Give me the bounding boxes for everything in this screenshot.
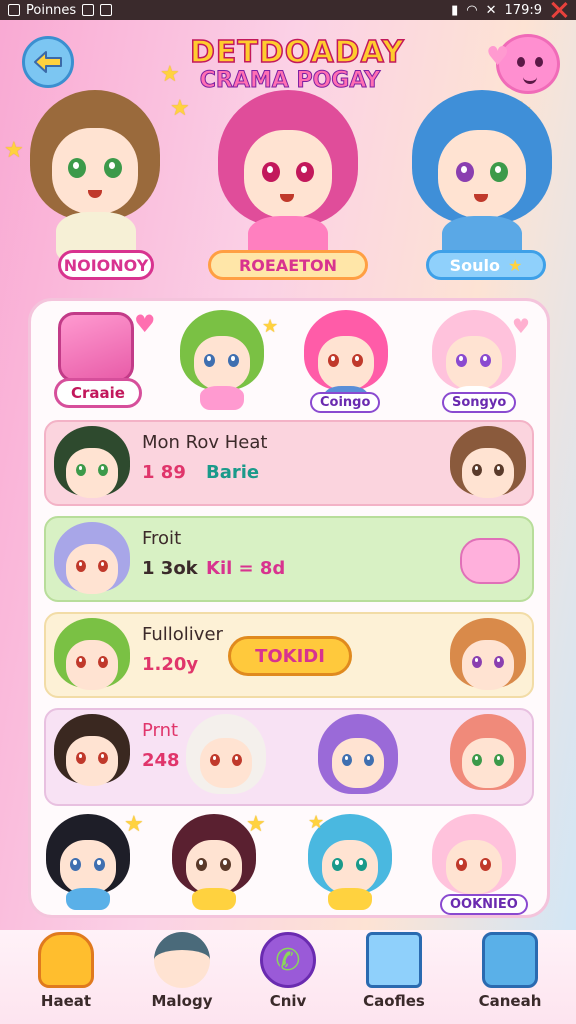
star-icon: ★ (308, 812, 325, 833)
hero-name-3-label: Soulo (449, 255, 501, 275)
nav-item-mail[interactable]: Caofles (344, 930, 444, 1024)
heart-icon: ♥ (486, 42, 510, 72)
row-3-character (450, 618, 526, 698)
nav-item-heart[interactable]: Haeat (16, 930, 116, 1024)
heart-icon: ♥ (134, 310, 156, 338)
star-icon: ★ (160, 62, 180, 87)
nav-label-5: Caneah (478, 992, 542, 1010)
mascot-eye (535, 57, 543, 67)
row-4-title: Prnt (142, 720, 179, 741)
row-1-character (450, 426, 526, 506)
wifi-icon: ◠ (466, 2, 478, 18)
row-4-character-coral (450, 714, 526, 802)
row-4-avatar (54, 714, 130, 802)
row-1-badge: Barie (206, 462, 260, 483)
list-row-1[interactable]: Mon Rov Heat 1 89 Barie (44, 420, 534, 506)
character-icon (154, 932, 210, 988)
notification-icon (8, 4, 20, 16)
row-1-avatar (54, 426, 130, 506)
star-icon: ★ (170, 96, 190, 121)
list-row-3[interactable]: Fulloliver 1.20y TOKIDI (44, 612, 534, 698)
hero-name-2[interactable]: ROEAETON (208, 250, 368, 280)
star-icon: ★ (262, 316, 279, 337)
logo-line1: DETDOADAY (189, 35, 405, 70)
hero-name-1[interactable]: NOIONOY (58, 250, 154, 280)
chibi-portrait (218, 90, 358, 260)
nav-label-1: Haeat (40, 992, 92, 1010)
nav-item-box[interactable]: Caneah (460, 930, 560, 1024)
row-4-character-purple (318, 714, 398, 802)
status-bar: Poinnes ▮ ◠ ✕ 179:9 (0, 0, 576, 20)
mail-icon (366, 932, 422, 988)
character-tile-1[interactable] (180, 310, 264, 410)
row-3-stat: 1.20y (142, 654, 199, 675)
row-1-title: Mon Rov Heat (142, 432, 268, 453)
character-label-2: Coingo (310, 392, 381, 413)
download-icon (100, 4, 113, 16)
heart-icon: ♥ (512, 314, 530, 338)
hero-name-3[interactable]: Soulo ★ (426, 250, 546, 280)
nav-label-2: Malogy (151, 992, 213, 1010)
mail-icon (82, 4, 95, 16)
nav-item-phone[interactable]: ✆ Cniv (238, 930, 338, 1024)
row-3-action-button[interactable]: TOKIDI (228, 636, 352, 676)
chibi-portrait (30, 90, 160, 260)
status-app-label: Poinnes (26, 2, 77, 18)
nav-label-3: Cniv (269, 992, 307, 1010)
mute-icon: ✕ (485, 2, 497, 18)
yellow-blob-icon (38, 932, 94, 988)
back-arrow-icon (34, 51, 62, 73)
row-2-stat: 1 3ok (142, 558, 198, 579)
row-4-stat: 248 (142, 750, 180, 771)
character-tile-5[interactable] (172, 814, 256, 910)
create-button-label: Craaie (54, 378, 142, 408)
character-tile-4[interactable] (46, 814, 130, 910)
row-2-title: Froit (142, 528, 182, 549)
mascot-eye (517, 57, 525, 67)
row-2-avatar (54, 522, 130, 602)
nav-item-character[interactable]: Malogy (132, 930, 232, 1024)
bottom-nav: Haeat Malogy ✆ Cniv Caofles Caneah (0, 930, 576, 1024)
close-icon[interactable] (550, 1, 568, 19)
speech-bubble-icon (460, 538, 520, 584)
chibi-portrait (412, 90, 552, 260)
signal-icon: ▮ (451, 2, 459, 18)
phone-icon: ✆ (260, 932, 316, 988)
list-row-2[interactable]: Froit 1 3ok Kil = 8d (44, 516, 534, 602)
star-icon: ★ (508, 255, 523, 275)
logo-line2: CRAMA POGAY (199, 68, 381, 93)
gift-box-icon (58, 312, 134, 382)
star-icon: ★ (124, 812, 144, 837)
row-3-avatar (54, 618, 130, 698)
character-label-3: Songyo (442, 392, 517, 413)
list-row-4[interactable]: Prnt 248 (44, 708, 534, 806)
create-button[interactable]: Craaie (54, 312, 144, 408)
back-button[interactable] (22, 36, 74, 88)
status-time: 179:9 (504, 2, 542, 18)
row-3-title: Fulloliver (142, 624, 223, 645)
row-1-stat: 1 89 (142, 462, 186, 483)
row-2-badge: Kil = 8d (206, 558, 286, 579)
row-4-character-white (186, 714, 266, 802)
star-icon: ★ (246, 812, 266, 837)
box-icon (482, 932, 538, 988)
character-label-7: OOKNIEO (440, 894, 528, 915)
nav-label-4: Caofles (363, 992, 425, 1010)
mascot-mouth (523, 73, 537, 84)
